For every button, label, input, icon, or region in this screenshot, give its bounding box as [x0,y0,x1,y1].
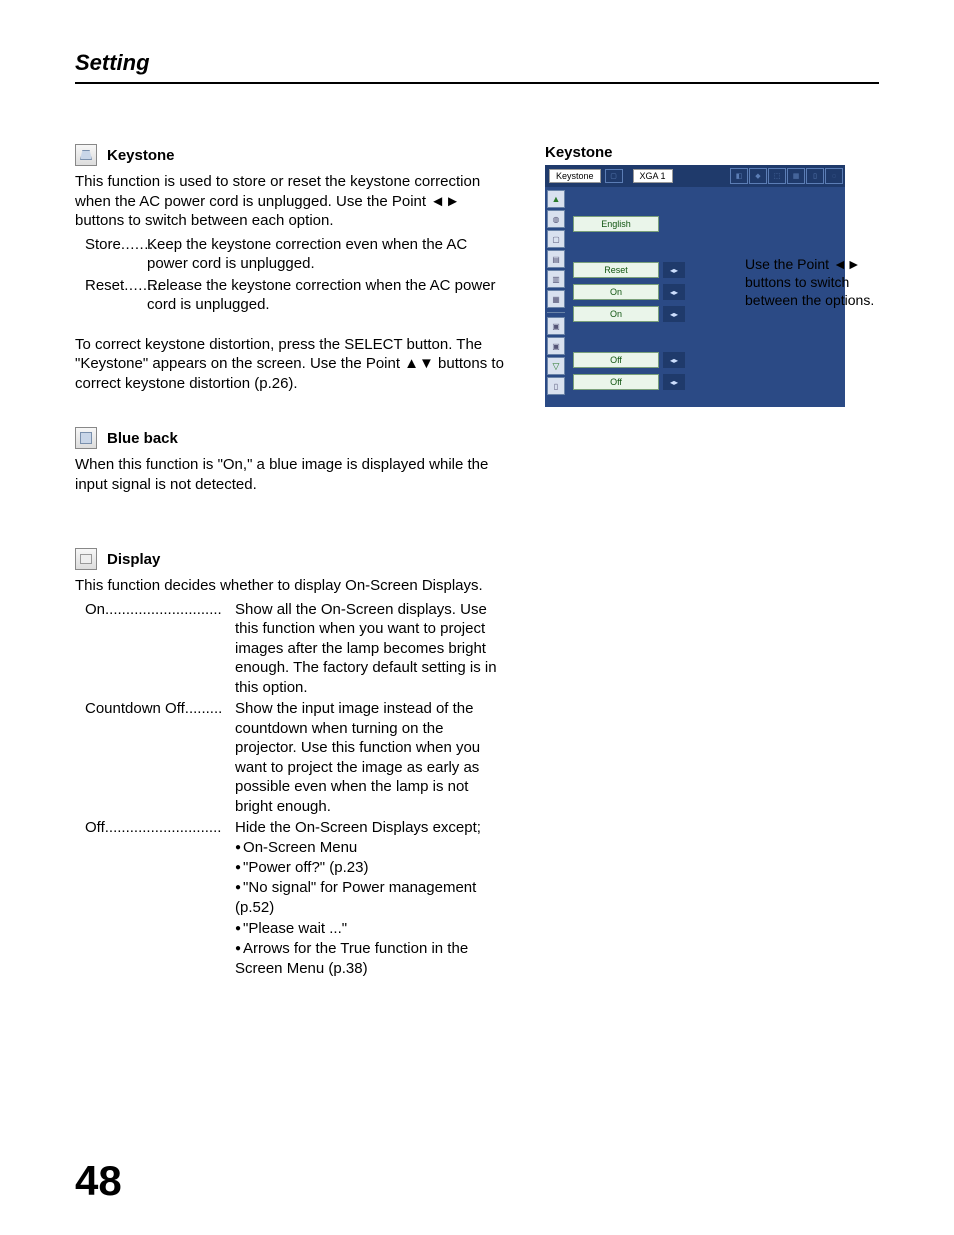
content-columns: Keystone This function is used to store … [75,144,879,981]
off-lead: Hide the On-Screen Displays except; [235,818,505,838]
side-down-icon: ▽ [547,357,565,375]
topbar-icon-2: ◆ [749,168,767,184]
display-options: On Show all the On-Screen displays. Use … [75,600,505,980]
row-ceiling: Off [573,374,659,390]
off-item-1: "Power off?" (p.23) [235,858,505,878]
side-language-icon: ◍ [547,210,565,228]
off-item-2: "No signal" for Power management (p.52) [235,878,505,919]
arrows-icon: ◂▸ [663,374,685,390]
arrows-icon: ◂▸ [663,352,685,368]
on-term: On [85,600,235,698]
side-logo-icon: ▦ [547,290,565,308]
keystone-heading-row: Keystone [75,144,505,166]
store-term: Store [85,235,147,274]
left-column: Keystone This function is used to store … [75,144,505,981]
keystone-intro: This function is used to store or reset … [75,172,505,231]
arrows-icon: ◂▸ [663,306,685,322]
keystone-title: Keystone [107,147,175,164]
blueback-icon [75,427,97,449]
display-icon [75,548,97,570]
off-def: Hide the On-Screen Displays except; On-S… [235,818,505,979]
menu-title-box: Keystone [549,169,601,183]
countdown-term: Countdown Off......... [85,699,235,816]
off-term: Off [85,818,235,979]
display-intro: This function decides whether to display… [75,576,505,596]
page-header: Setting [75,50,879,84]
page-number: 48 [75,1157,122,1205]
right-title: Keystone [545,144,879,161]
topbar-icon-4: ▦ [787,168,805,184]
arrows-icon: ◂▸ [663,284,685,300]
menu-sidebar: ▲ ◍ ▢ ▤ ▥ ▦ ▣ ▣ ▽ ▯ [545,187,567,407]
on-def: Show all the On-Screen displays. Use thi… [235,600,505,698]
side-ceiling-icon: ▣ [547,317,565,335]
keystone-icon [75,144,97,166]
screenshot-caption: Use the Point ◄► buttons to switch betwe… [745,255,905,310]
display-heading-row: Display [75,548,505,570]
off-item-4: Arrows for the True function in the Scre… [235,939,505,980]
menu-mode-box: XGA 1 [633,169,673,183]
display-title: Display [107,551,160,568]
topbar-icon-strip: ◧ ◆ ⬚ ▦ ▯ ◌ [730,168,845,184]
row-blueback: On [573,284,659,300]
right-column: Keystone Keystone ▢ XGA 1 ◧ ◆ ⬚ ▦ ▯ ◌ ▲ … [545,144,879,981]
side-display-icon: ▥ [547,270,565,288]
menu-screenshot: Keystone ▢ XGA 1 ◧ ◆ ⬚ ▦ ▯ ◌ ▲ ◍ ▢ ▤ [545,165,845,407]
topbar-icon-1: ◧ [730,168,748,184]
off-bullets: On-Screen Menu "Power off?" (p.23) "No s… [235,838,505,980]
side-blueback-icon: ▤ [547,250,565,268]
side-keystone-icon: ▢ [547,230,565,248]
topbar-icon-5: ▯ [806,168,824,184]
keystone-options: Store Keep the keystone correction even … [75,235,505,315]
topbar-icon-3: ⬚ [768,168,786,184]
reset-term: Reset [85,276,147,315]
side-up-icon: ▲ [547,190,565,208]
topbar-icon-6: ◌ [825,168,843,184]
row-language: English [573,216,659,232]
keystone-intro2: To correct keystone distortion, press th… [75,335,505,394]
store-def: Keep the keystone correction even when t… [147,235,505,274]
side-quit-icon: ▯ [547,377,565,395]
menu-topbar: Keystone ▢ XGA 1 ◧ ◆ ⬚ ▦ ▯ ◌ [545,165,845,187]
off-item-0: On-Screen Menu [235,838,505,858]
topbar-keystone-icon: ▢ [605,169,623,183]
row-display: On [573,306,659,322]
off-item-3: "Please wait ..." [235,919,505,939]
row-logo: Off [573,352,659,368]
side-rear-icon: ▣ [547,337,565,355]
blueback-title: Blue back [107,430,178,447]
row-keystone: Reset [573,262,659,278]
arrows-icon: ◂▸ [663,262,685,278]
blueback-body: When this function is "On," a blue image… [75,455,505,494]
reset-def: Release the keystone correction when the… [147,276,505,315]
blueback-heading-row: Blue back [75,427,505,449]
countdown-def: Show the input image instead of the coun… [235,699,505,816]
